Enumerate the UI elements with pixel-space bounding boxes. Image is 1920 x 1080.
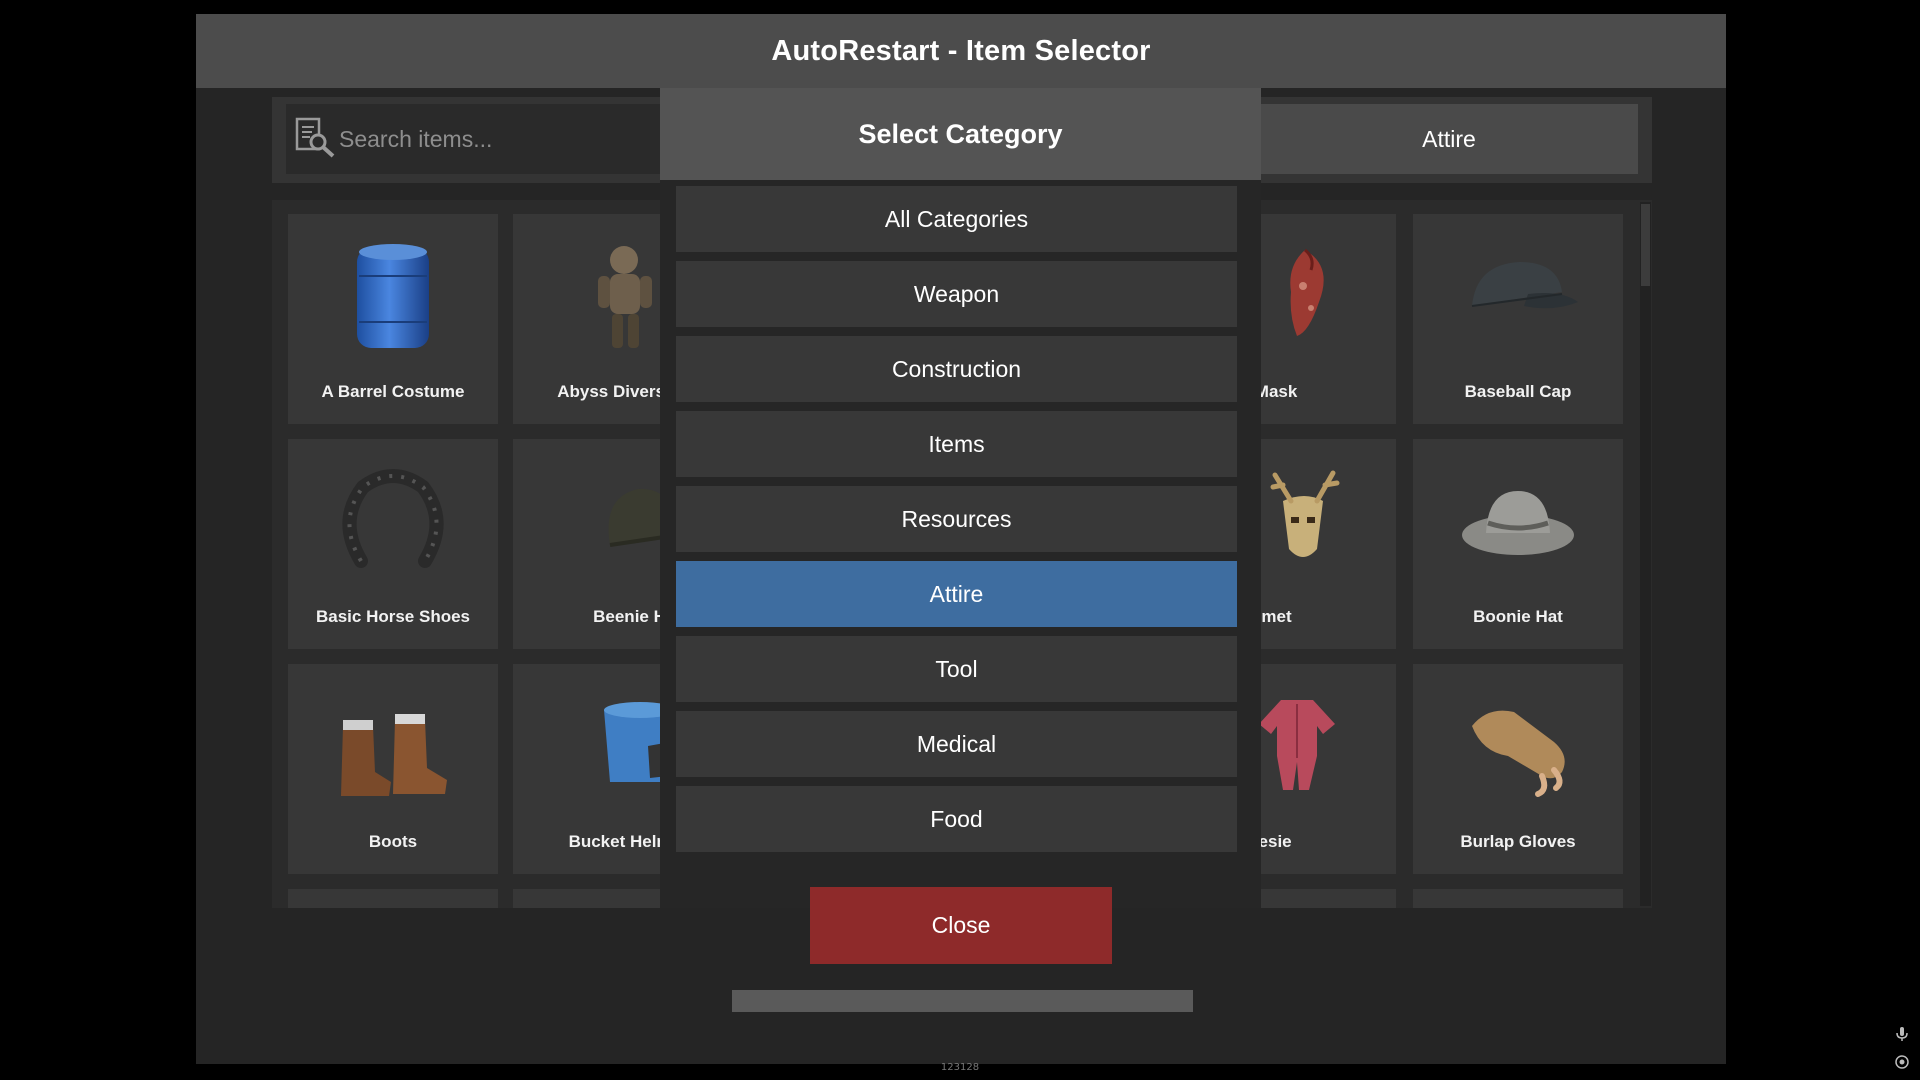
category-items[interactable]: Items <box>676 411 1237 477</box>
search-icon <box>295 117 335 158</box>
settings-icon <box>1895 1055 1909 1069</box>
item-label: Boonie Hat <box>1473 607 1563 626</box>
category-all[interactable]: All Categories <box>676 186 1237 252</box>
item-label: Boots <box>368 832 418 851</box>
item-card[interactable] <box>1413 889 1623 908</box>
horse-shoe-icon <box>342 469 444 568</box>
category-food[interactable]: Food <box>676 786 1237 852</box>
category-construction[interactable]: Construction <box>676 336 1237 402</box>
item-card[interactable] <box>288 889 498 908</box>
boots-icon <box>341 714 447 796</box>
category-weapon[interactable]: Weapon <box>676 261 1237 327</box>
category-resources[interactable]: Resources <box>676 486 1237 552</box>
baseball-cap-icon <box>1471 262 1578 309</box>
item-label: Baseball Cap <box>1464 382 1572 401</box>
category-modal-title: Select Category <box>660 88 1261 180</box>
search-input[interactable] <box>337 116 661 162</box>
category-selector-button[interactable]: Attire <box>1260 104 1638 174</box>
item-label: Basic Horse Shoes <box>315 607 470 626</box>
item-label: A Barrel Costume <box>321 382 465 401</box>
window-title: AutoRestart - Item Selector <box>771 35 1151 67</box>
item-card[interactable]: Boots <box>288 664 498 874</box>
item-label: Burlap Gloves <box>1460 832 1576 851</box>
item-card[interactable]: Burlap Gloves <box>1413 664 1623 874</box>
category-tool[interactable]: Tool <box>676 636 1237 702</box>
category-medical[interactable]: Medical <box>676 711 1237 777</box>
item-card[interactable]: Baseball Cap <box>1413 214 1623 424</box>
item-card[interactable]: A Barrel Costume <box>288 214 498 424</box>
grid-scrollbar-thumb[interactable] <box>1641 204 1650 286</box>
item-card[interactable]: Basic Horse Shoes <box>288 439 498 649</box>
gloves-icon <box>1472 710 1565 797</box>
barrel-costume-icon <box>357 244 429 348</box>
close-button[interactable]: Close <box>810 887 1112 964</box>
grid-scrollbar[interactable] <box>1640 202 1651 906</box>
title-bar: AutoRestart - Item Selector <box>196 14 1726 88</box>
microphone-icon <box>1896 1027 1908 1041</box>
item-card[interactable]: Boonie Hat <box>1413 439 1623 649</box>
boonie-hat-icon <box>1462 491 1574 555</box>
modal-scrollbar[interactable] <box>732 990 1193 1012</box>
footer-id: 123128 <box>940 1062 980 1073</box>
category-attire[interactable]: Attire <box>676 561 1237 627</box>
